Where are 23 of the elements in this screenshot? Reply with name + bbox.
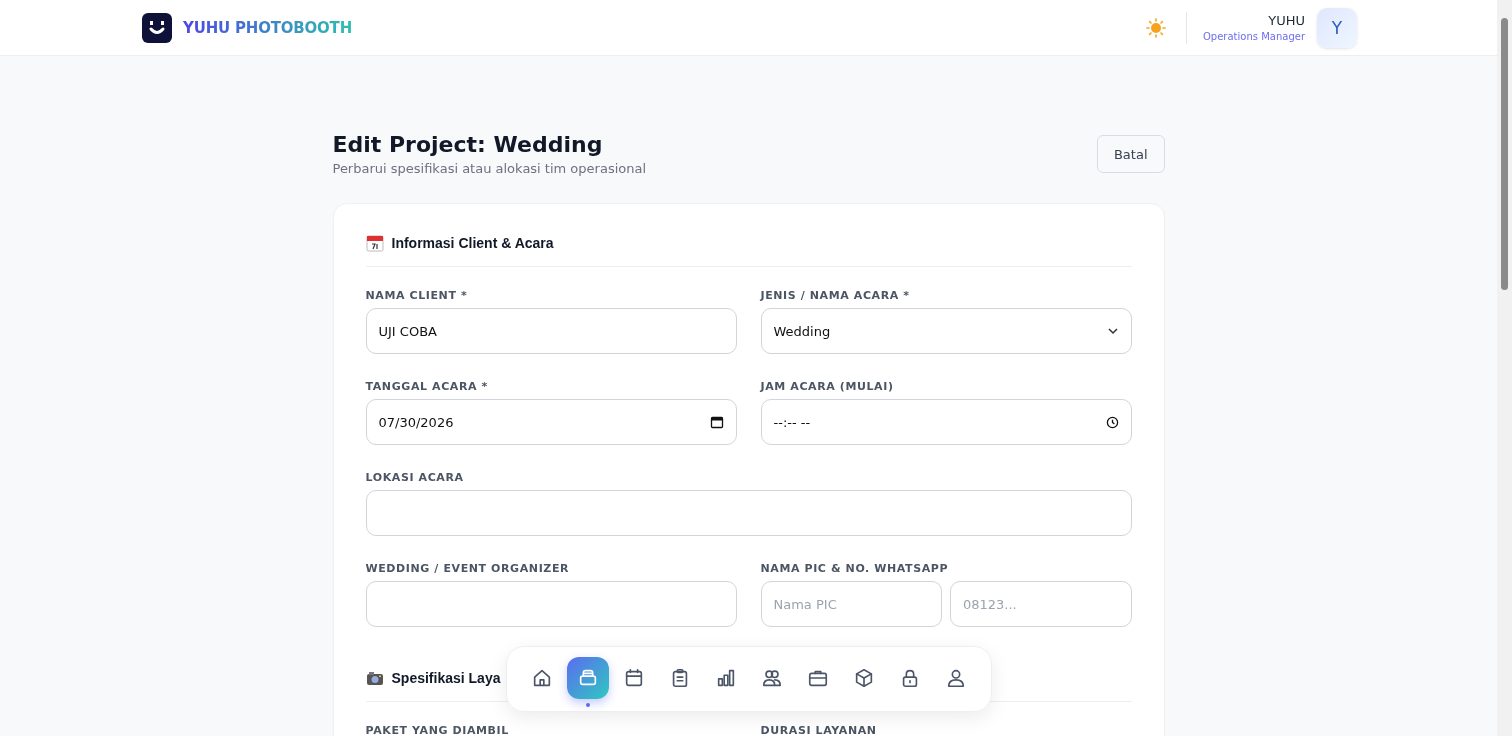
user-name: YUHU (1268, 13, 1305, 28)
field-label: NAMA PIC & NO. WHATSAPP (760, 562, 949, 575)
avatar[interactable]: Y (1317, 7, 1357, 48)
input-field[interactable]: UJI COBA (365, 308, 737, 354)
section-title: Informasi Client & Acara (391, 235, 554, 251)
field-label: PAKET YANG DIAMBIL (365, 724, 509, 736)
page-subtitle: Perbarui spesifikasi atau alokasi tim operasional (332, 161, 647, 176)
time-field[interactable]: --:-- -- (760, 399, 1132, 445)
input-field[interactable]: Nama PIC (760, 581, 942, 627)
user-role: Operations Manager (1203, 31, 1305, 42)
select-field[interactable]: Wedding (760, 308, 1132, 354)
input-field[interactable]: 08123... (950, 581, 1132, 627)
field-label: DURASI LAYANAN (760, 724, 877, 736)
date-field[interactable]: 07/30/2026 (365, 399, 737, 445)
field-label: JAM ACARA (MULAI) (760, 380, 894, 393)
cancel-button[interactable]: Batal (1096, 135, 1165, 173)
section-title: Spesifikasi Laya (391, 670, 501, 686)
field-label: JENIS / NAMA ACARA * (760, 289, 910, 302)
field-label: TANGGAL ACARA * (365, 380, 488, 393)
field-label: LOKASI ACARA (365, 471, 464, 484)
page-title: Edit Project: Wedding (332, 132, 604, 157)
field-label: NAMA CLIENT * (365, 289, 468, 302)
field-label: WEDDING / EVENT ORGANIZER (365, 562, 570, 575)
